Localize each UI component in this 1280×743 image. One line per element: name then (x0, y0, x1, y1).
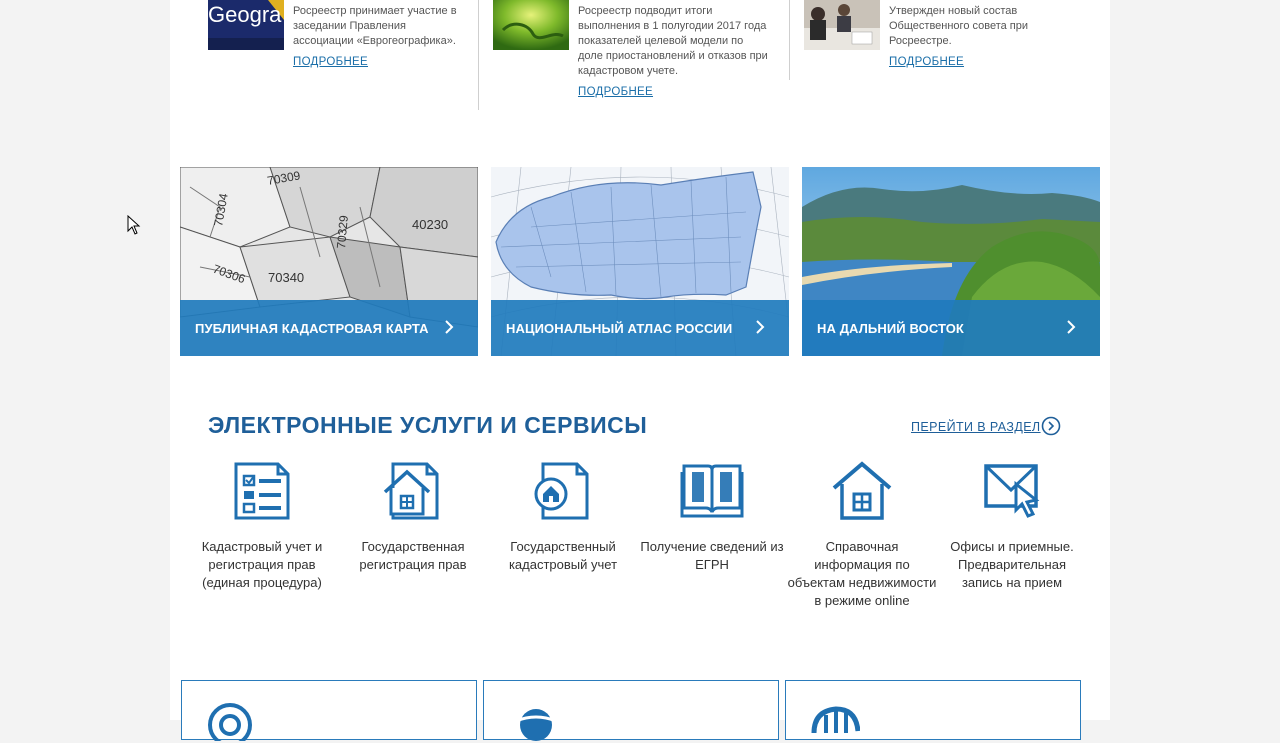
house-document-icon (383, 462, 439, 520)
service-label: Государственная регистрация прав (359, 539, 467, 572)
card-national-atlas[interactable]: НАЦИОНАЛЬНЫЙ АТЛАС РОССИИ (491, 167, 789, 356)
mouse-pointer-icon (127, 215, 141, 235)
hand-icon (811, 706, 860, 734)
services-section-title: ЭЛЕКТРОННЫЕ УСЛУГИ И СЕРВИСЫ (208, 412, 648, 438)
card-public-cadastral-map[interactable]: 70309 70304 70329 40230 70306 70340 ПУБЛ… (180, 167, 478, 356)
card-label: НА ДАЛЬНИЙ ВОСТОК (817, 320, 964, 336)
news-text-2: Росреестр подводит итоги выполнения в 1 … (578, 5, 768, 77)
card-far-east[interactable]: НА ДАЛЬНИЙ ВОСТОК (802, 167, 1100, 356)
news-item-3: Утвержден новый состав Общественного сов… (804, 0, 1084, 110)
card-label: ПУБЛИЧНАЯ КАДАСТРОВАЯ КАРТА (195, 320, 429, 336)
service-label: Государственный кадастровый учет (508, 539, 618, 572)
news-thumb-globe[interactable] (493, 0, 569, 50)
service-offices-appointment[interactable]: Офисы и приемные. Предварительная запись… (937, 460, 1087, 592)
map-number-3: 70329 (334, 214, 351, 249)
news-divider-1 (478, 0, 479, 110)
service-reference-online[interactable]: Справочная информация по объектам недвиж… (787, 460, 937, 610)
chevron-right-icon (756, 320, 765, 334)
envelope-cursor-icon (984, 464, 1040, 518)
bottom-box-3[interactable] (785, 680, 1081, 740)
card-label-bar: НА ДАЛЬНИЙ ВОСТОК (802, 300, 1100, 356)
house-circle-document-icon (534, 462, 589, 520)
house-icon (832, 461, 892, 520)
bottom-box-2[interactable] (483, 680, 779, 741)
news-text-3: Утвержден новый состав Общественного сов… (889, 5, 1029, 47)
lock-icon (208, 703, 252, 741)
open-book-icon (680, 464, 744, 518)
news-divider-2 (789, 0, 790, 80)
service-label: Справочная информация по объектам недвиж… (787, 539, 937, 608)
go-to-section-link[interactable]: ПЕРЕЙТИ В РАЗДЕЛ (911, 420, 1041, 434)
news-thumb-geographica[interactable]: Geogra (208, 0, 284, 50)
card-label-bar: НАЦИОНАЛЬНЫЙ АТЛАС РОССИИ (491, 300, 789, 356)
service-label: Получение сведений из ЕГРН (640, 539, 784, 572)
service-egrn-info[interactable]: Получение сведений из ЕГРН (637, 460, 787, 574)
news-item-2: Росреестр подводит итоги выполнения в 1 … (493, 0, 793, 110)
chevron-right-icon (1067, 320, 1076, 334)
thumb-logo-text: Geogra (208, 2, 282, 27)
service-state-registration[interactable]: Государственная регистрация прав (338, 460, 488, 574)
card-label: НАЦИОНАЛЬНЫЙ АТЛАС РОССИИ (506, 320, 733, 336)
news-item-1: Geogra Росреестр принимает участие в зас… (208, 0, 478, 110)
news-text-1: Росреестр принимает участие в заседании … (293, 5, 457, 47)
circle-chevron-right-icon[interactable] (1041, 416, 1061, 436)
service-state-cadastral[interactable]: Государственный кадастровый учет (488, 460, 638, 574)
page: Geogra Росреестр принимает участие в зас… (170, 0, 1110, 741)
news-more-link-1[interactable]: ПОДРОБНЕЕ (293, 56, 368, 68)
service-label: Кадастровый учет и регистрация прав (еди… (201, 539, 323, 590)
news-more-link-2[interactable]: ПОДРОБНЕЕ (578, 86, 653, 98)
chevron-right-icon (445, 320, 454, 334)
news-more-link-3[interactable]: ПОДРОБНЕЕ (889, 56, 964, 68)
bottom-box-1[interactable] (181, 680, 477, 741)
service-cadastral-registration[interactable]: Кадастровый учет и регистрация прав (еди… (187, 460, 337, 592)
checklist-document-icon (234, 462, 290, 520)
globe-icon (515, 709, 557, 741)
service-label: Офисы и приемные. Предварительная запись… (950, 539, 1074, 590)
map-number-4: 40230 (412, 217, 448, 232)
card-label-bar: ПУБЛИЧНАЯ КАДАСТРОВАЯ КАРТА (180, 300, 478, 356)
news-thumb-meeting[interactable] (804, 0, 880, 50)
map-number-6: 70340 (268, 270, 304, 285)
